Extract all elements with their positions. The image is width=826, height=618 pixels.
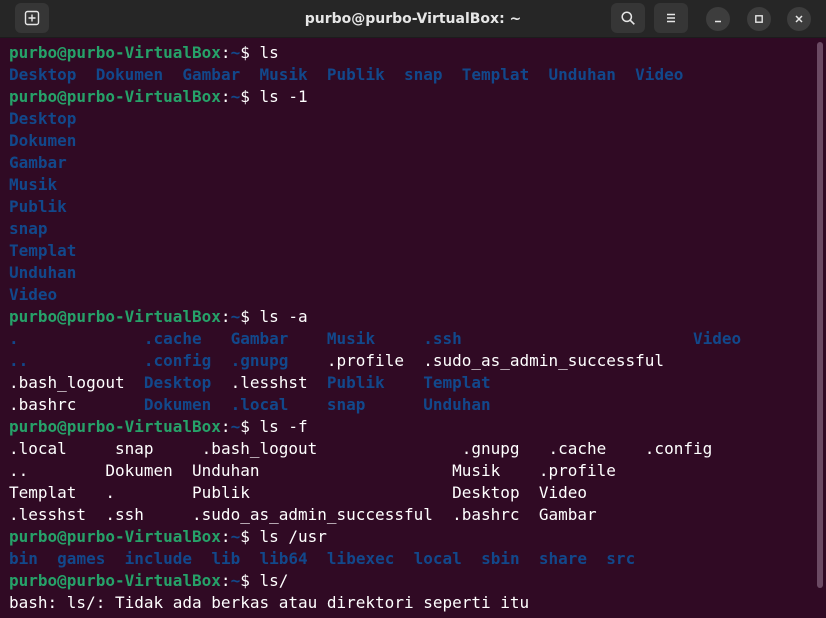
error-message: bash: ls/: Tidak ada berkas atau direkto… bbox=[9, 593, 530, 612]
scrollbar[interactable] bbox=[814, 38, 826, 618]
output-line: Templat . Publik Desktop Video bbox=[9, 483, 588, 502]
output-line: bin games include lib lib64 libexec loca… bbox=[9, 549, 636, 568]
maximize-icon bbox=[755, 15, 763, 23]
close-button[interactable] bbox=[787, 7, 811, 31]
prompt-line: purbo@purbo-VirtualBox:~$ ls bbox=[9, 43, 279, 62]
output-line: Publik bbox=[9, 197, 67, 216]
menu-icon bbox=[667, 13, 675, 23]
command-text: ls bbox=[259, 43, 279, 62]
terminal-output[interactable]: purbo@purbo-VirtualBox:~$ ls Desktop Dok… bbox=[0, 38, 814, 618]
output-line: .. Dokumen Unduhan Musik .profile bbox=[9, 461, 616, 480]
prompt-line: purbo@purbo-VirtualBox:~$ ls /usr bbox=[9, 527, 327, 546]
output-line: .lesshst .ssh .sudo_as_admin_successful … bbox=[9, 505, 597, 524]
output-line: . .cache Gambar Musik .ssh Video bbox=[9, 329, 742, 348]
output-line: .bash_logout Desktop .lesshst Publik Tem… bbox=[9, 373, 491, 392]
output-line: Desktop bbox=[9, 109, 77, 128]
window-title: purbo@purbo-VirtualBox: ~ bbox=[304, 11, 522, 27]
minimize-icon bbox=[715, 20, 721, 23]
command-text: ls -1 bbox=[259, 87, 308, 106]
command-text: ls /usr bbox=[259, 527, 327, 546]
minimize-button[interactable] bbox=[706, 7, 730, 31]
output-line: Gambar bbox=[9, 153, 67, 172]
command-text: ls -a bbox=[259, 307, 308, 326]
scroll-thumb[interactable] bbox=[817, 42, 823, 588]
output-line: Desktop Dokumen Gambar Musik Publik snap… bbox=[9, 65, 684, 84]
output-line: Dokumen bbox=[9, 131, 77, 150]
output-line: Templat bbox=[9, 241, 77, 260]
close-icon bbox=[795, 15, 803, 23]
search-button[interactable] bbox=[611, 3, 645, 33]
prompt-line: purbo@purbo-VirtualBox:~$ ls -f bbox=[9, 417, 308, 436]
output-line: Unduhan bbox=[9, 263, 77, 282]
search-icon bbox=[621, 11, 635, 25]
prompt-line: purbo@purbo-VirtualBox:~$ ls/ bbox=[9, 571, 289, 590]
menu-button[interactable] bbox=[654, 3, 688, 33]
maximize-button[interactable] bbox=[747, 7, 771, 31]
output-line: snap bbox=[9, 219, 48, 238]
output-line: .bashrc Dokumen .local snap Unduhan bbox=[9, 395, 491, 414]
output-line: .local snap .bash_logout .gnupg .cache .… bbox=[9, 439, 713, 458]
prompt-line: purbo@purbo-VirtualBox:~$ ls -a bbox=[9, 307, 308, 326]
command-text: ls/ bbox=[259, 571, 289, 590]
title-bar: purbo@purbo-VirtualBox: ~ bbox=[0, 0, 826, 38]
command-text: ls -f bbox=[259, 417, 308, 436]
output-line: Musik bbox=[9, 175, 58, 194]
output-line: Video bbox=[9, 285, 58, 304]
output-line: .. .config .gnupg .profile .sudo_as_admi… bbox=[9, 351, 665, 370]
prompt-line: purbo@purbo-VirtualBox:~$ ls -1 bbox=[9, 87, 308, 106]
